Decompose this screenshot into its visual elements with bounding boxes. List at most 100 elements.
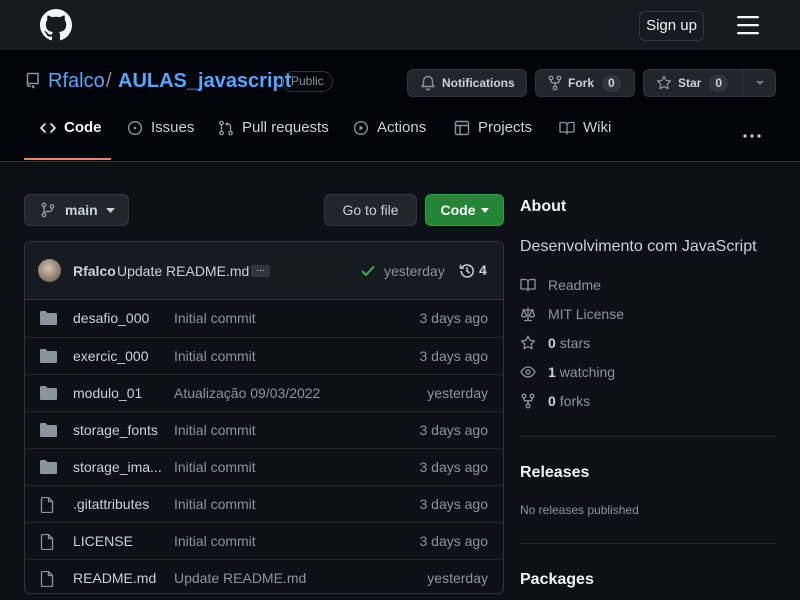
file-icon xyxy=(40,571,54,587)
check-icon xyxy=(361,266,375,276)
tab-actions[interactable]: Actions xyxy=(353,119,426,155)
file-commit-message[interactable]: Initial commit xyxy=(174,533,256,549)
packages-heading[interactable]: Packages xyxy=(520,571,594,589)
file-commit-message[interactable]: Initial commit xyxy=(174,459,256,475)
file-name[interactable]: storage_ima... xyxy=(73,459,162,475)
no-releases-text: No releases published xyxy=(520,503,639,517)
fork-button[interactable]: Fork 0 xyxy=(535,69,635,97)
license-label: MIT License xyxy=(548,306,624,322)
repo-owner-link[interactable]: Rfalco xyxy=(48,70,105,93)
notifications-label: Notifications xyxy=(442,76,515,90)
tab-wiki-label: Wiki xyxy=(583,119,612,136)
bell-icon xyxy=(421,75,435,91)
fork-icon xyxy=(521,393,535,409)
more-tabs-icon[interactable] xyxy=(743,133,761,139)
issue-icon xyxy=(127,120,143,136)
latest-commit-bar: Rfalco Update README.md ... yesterday 4 xyxy=(25,242,503,300)
commit-message[interactable]: Update README.md xyxy=(117,263,249,279)
github-logo-icon[interactable] xyxy=(40,9,72,41)
git-branch-icon xyxy=(41,202,55,218)
forks-link[interactable]: 0 forks xyxy=(520,393,590,409)
hamburger-menu-icon[interactable] xyxy=(737,15,759,35)
tab-code[interactable]: Code xyxy=(40,119,102,155)
tab-wiki[interactable]: Wiki xyxy=(559,119,611,155)
file-row[interactable]: storage_fonts Initial commit 3 days ago xyxy=(25,411,503,448)
repo-icon xyxy=(26,72,39,89)
readme-link[interactable]: Readme xyxy=(520,277,601,293)
file-commit-message[interactable]: Update README.md xyxy=(174,570,306,586)
tab-issues[interactable]: Issues xyxy=(127,119,194,155)
license-link[interactable]: MIT License xyxy=(520,306,624,322)
file-row[interactable]: exercic_000 Initial commit 3 days ago xyxy=(25,337,503,374)
tab-pull-requests-label: Pull requests xyxy=(242,119,329,136)
file-commit-time: 3 days ago xyxy=(419,310,489,326)
star-list-dropdown[interactable] xyxy=(742,69,776,97)
folder-icon xyxy=(40,349,57,363)
caret-down-icon xyxy=(755,81,764,85)
file-icon xyxy=(40,534,54,550)
tab-projects[interactable]: Projects xyxy=(454,119,532,155)
file-row[interactable]: .gitattributes Initial commit 3 days ago xyxy=(25,485,503,522)
file-name[interactable]: storage_fonts xyxy=(73,422,158,438)
repo-description: Desenvolvimento com JavaScript xyxy=(520,238,757,255)
play-icon xyxy=(353,120,369,136)
folder-icon xyxy=(40,460,57,474)
avatar[interactable] xyxy=(38,259,61,282)
file-commit-message[interactable]: Initial commit xyxy=(174,348,256,364)
file-name[interactable]: .gitattributes xyxy=(73,496,149,512)
code-icon xyxy=(40,123,56,133)
file-row[interactable]: modulo_01 Atualização 09/03/2022 yesterd… xyxy=(25,374,503,411)
commit-count[interactable]: 4 xyxy=(479,262,487,278)
file-commit-time: yesterday xyxy=(427,385,488,401)
file-commit-message[interactable]: Atualização 09/03/2022 xyxy=(174,385,320,401)
branch-name: main xyxy=(65,202,98,218)
fork-icon xyxy=(548,75,562,91)
file-browser: Rfalco Update README.md ... yesterday 4 … xyxy=(24,241,504,594)
commit-author[interactable]: Rfalco xyxy=(73,263,116,279)
forks-count: 0 xyxy=(548,393,556,409)
commit-time[interactable]: yesterday xyxy=(384,263,445,279)
file-name[interactable]: desafio_000 xyxy=(73,310,149,326)
caret-down-icon xyxy=(480,207,489,213)
file-commit-time: 3 days ago xyxy=(419,422,489,438)
file-commit-message[interactable]: Initial commit xyxy=(174,496,256,512)
tab-pull-requests[interactable]: Pull requests xyxy=(218,119,329,155)
star-label: Star xyxy=(678,76,702,90)
file-commit-time: 3 days ago xyxy=(419,496,489,512)
tab-actions-label: Actions xyxy=(377,119,427,136)
file-row[interactable]: desafio_000 Initial commit 3 days ago xyxy=(25,300,503,337)
forks-label: forks xyxy=(559,393,591,409)
file-name[interactable]: modulo_01 xyxy=(73,385,142,401)
sign-up-button[interactable]: Sign up xyxy=(639,11,704,41)
eye-icon xyxy=(520,366,536,378)
file-commit-time: 3 days ago xyxy=(419,459,489,475)
tab-code-label: Code xyxy=(64,119,102,136)
file-name[interactable]: LICENSE xyxy=(73,533,133,549)
star-icon xyxy=(656,75,672,90)
watching-link[interactable]: 1 watching xyxy=(520,364,615,380)
file-commit-message[interactable]: Initial commit xyxy=(174,422,256,438)
file-commit-message[interactable]: Initial commit xyxy=(174,310,256,326)
go-to-file-button[interactable]: Go to file xyxy=(324,194,417,226)
repo-name-link[interactable]: AULAS_javascript xyxy=(118,70,291,93)
caret-down-icon xyxy=(105,207,115,213)
file-name[interactable]: README.md xyxy=(73,570,156,586)
file-row[interactable]: storage_ima... Initial commit 3 days ago xyxy=(25,448,503,485)
folder-icon xyxy=(40,423,57,437)
stars-link[interactable]: 0 stars xyxy=(520,335,590,351)
watching-label: watching xyxy=(559,364,616,380)
star-icon xyxy=(520,335,536,350)
stars-label: stars xyxy=(559,335,591,351)
file-row[interactable]: README.md Update README.md yesterday xyxy=(25,559,503,593)
releases-heading[interactable]: Releases xyxy=(520,464,589,482)
file-name[interactable]: exercic_000 xyxy=(73,348,149,364)
commit-expand-button[interactable]: ... xyxy=(251,264,270,277)
code-dropdown-button[interactable]: Code xyxy=(425,194,504,226)
book-icon xyxy=(520,278,536,292)
tab-projects-label: Projects xyxy=(478,119,533,136)
history-icon[interactable] xyxy=(458,262,476,280)
branch-selector[interactable]: main xyxy=(24,194,129,226)
law-icon xyxy=(520,307,536,322)
file-row[interactable]: LICENSE Initial commit 3 days ago xyxy=(25,522,503,559)
notifications-button[interactable]: Notifications xyxy=(407,69,527,97)
